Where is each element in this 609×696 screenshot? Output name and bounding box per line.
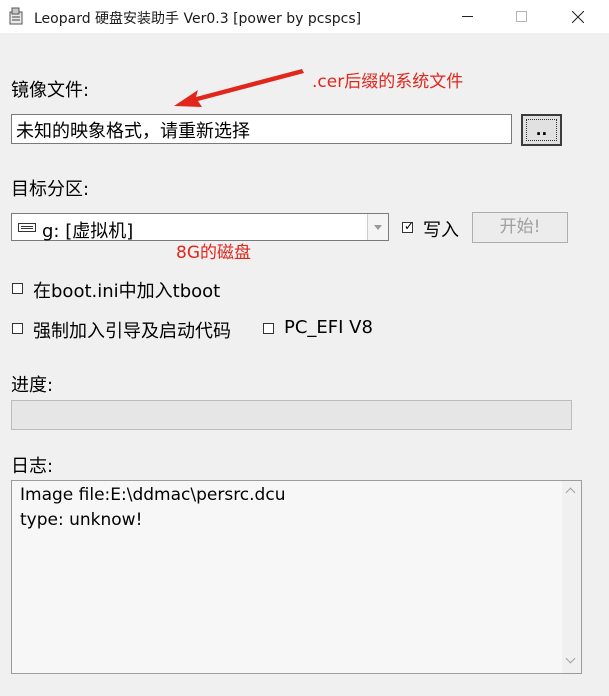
red-arrow-annotation-icon (174, 69, 304, 107)
log-line: type: unknow! (20, 510, 143, 530)
log-label: 日志: (11, 456, 54, 477)
pc-efi-label: PC_EFI V8 (284, 317, 373, 338)
minimize-button[interactable] (445, 0, 491, 33)
force-boot-code-label: 强制加入引导及启动代码 (33, 321, 231, 342)
tboot-checkbox[interactable] (12, 283, 23, 294)
target-partition-label: 目标分区: (11, 179, 90, 200)
log-textarea[interactable]: Image file:E:\ddmac\persrc.dcu type: unk… (11, 480, 582, 674)
tboot-label: 在boot.ini中加入tboot (33, 281, 221, 302)
close-button[interactable] (555, 0, 601, 33)
window-title: Leopard 硬盘安装助手 Ver0.3 [power by pcspcs] (34, 11, 362, 27)
browse-button[interactable]: .. (521, 114, 562, 146)
drive-icon (18, 223, 36, 232)
browse-button-label: .. (526, 119, 557, 141)
close-icon (572, 11, 584, 23)
disk-annotation: 8G的磁盘 (176, 243, 251, 263)
progress-bar (11, 400, 572, 430)
app-icon (9, 7, 23, 25)
progress-label: 进度: (11, 375, 54, 396)
start-button[interactable]: 开始! (472, 212, 568, 243)
image-file-input[interactable]: 未知的映象格式，请重新选择 (11, 114, 512, 144)
pc-efi-checkbox[interactable] (263, 323, 274, 334)
partition-select[interactable]: g: [虚拟机] (11, 213, 389, 242)
scroll-down-icon[interactable] (562, 481, 581, 673)
log-scrollbar[interactable] (562, 481, 581, 673)
checkmark-icon: ✓ (404, 219, 415, 233)
chevron-down-icon[interactable] (367, 214, 388, 240)
force-boot-code-checkbox[interactable] (12, 323, 23, 334)
cer-annotation: .cer后缀的系统文件 (312, 72, 464, 92)
write-label: 写入 (423, 220, 459, 241)
write-checkbox[interactable]: ✓ (402, 219, 415, 233)
log-line: Image file:E:\ddmac\persrc.dcu (20, 485, 286, 505)
title-bar: Leopard 硬盘安装助手 Ver0.3 [power by pcspcs] (0, 0, 609, 33)
partition-select-value: g: [虚拟机] (42, 221, 134, 242)
maximize-button[interactable] (499, 0, 545, 33)
image-file-label: 镜像文件: (11, 80, 90, 101)
